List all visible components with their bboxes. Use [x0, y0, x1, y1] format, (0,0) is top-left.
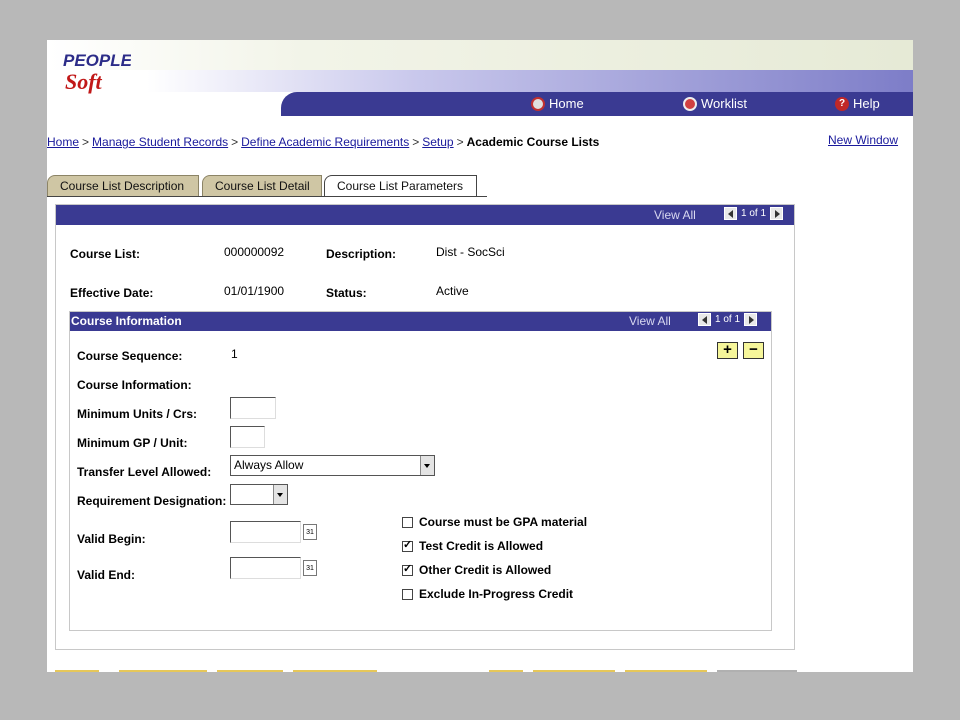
breadcrumb-current: Academic Course Lists	[466, 135, 600, 149]
course-sequence-label: Course Sequence:	[77, 349, 183, 363]
logo-text-top: PEOPLE	[63, 51, 131, 70]
bottom-button[interactable]	[625, 670, 707, 672]
course-list-value: 000000092	[224, 245, 285, 259]
other-credit-label: Other Credit is Allowed	[419, 563, 552, 577]
transfer-level-value: Always Allow	[234, 458, 304, 472]
description-label: Description:	[326, 247, 397, 261]
exclude-in-progress-checkbox[interactable]	[402, 588, 413, 600]
gpa-material-label: Course must be GPA material	[419, 515, 588, 529]
delete-row-button[interactable]: −	[743, 342, 764, 359]
bottom-button[interactable]	[55, 670, 99, 672]
bottom-button[interactable]	[293, 670, 377, 672]
status-value: Active	[436, 284, 469, 298]
gpa-material-option[interactable]: Course must be GPA material	[402, 515, 587, 529]
calendar-icon[interactable]: 31	[303, 524, 317, 540]
other-credit-option[interactable]: Other Credit is Allowed	[402, 562, 552, 577]
nav-worklist-label: Worklist	[701, 96, 747, 111]
valid-begin-input[interactable]	[230, 521, 301, 543]
transfer-level-label: Transfer Level Allowed:	[77, 465, 212, 479]
breadcrumb-separator: >	[231, 135, 239, 149]
main-pager: 1 of 1	[724, 207, 784, 220]
tab-course-list-detail[interactable]: Course List Detail	[202, 175, 322, 196]
main-pager-text: 1 of 1	[741, 208, 767, 219]
gpa-material-checkbox[interactable]	[402, 516, 413, 528]
course-list-panel: View All 1 of 1 Course List: 000000092 D…	[55, 204, 795, 650]
breadcrumb-separator: >	[412, 135, 420, 149]
nav-home-label: Home	[549, 96, 584, 111]
nav-help-label: Help	[853, 96, 880, 111]
main-header-bar: View All 1 of 1	[56, 205, 794, 225]
test-credit-option[interactable]: Test Credit is Allowed	[402, 538, 544, 553]
next-arrow-icon[interactable]	[770, 207, 784, 220]
course-list-label: Course List:	[70, 247, 141, 261]
calendar-icon[interactable]: 31	[303, 560, 317, 576]
exclude-in-progress-option[interactable]: Exclude In-Progress Credit	[402, 587, 573, 601]
new-window-link[interactable]: New Window	[828, 133, 898, 147]
bottom-button[interactable]	[489, 670, 523, 672]
exclude-in-progress-label: Exclude In-Progress Credit	[419, 587, 574, 601]
effective-date-label: Effective Date:	[70, 286, 154, 300]
home-icon	[531, 96, 545, 111]
tab-course-list-description[interactable]: Course List Description	[47, 175, 199, 196]
requirement-designation-label: Requirement Designation:	[77, 494, 227, 508]
transfer-level-select[interactable]: Always Allow	[230, 455, 435, 476]
nav-help[interactable]: ? Help	[835, 96, 880, 111]
chevron-down-icon[interactable]	[273, 485, 287, 504]
effective-date-value: 01/01/1900	[224, 284, 285, 298]
valid-begin-label: Valid Begin:	[77, 532, 146, 546]
min-gp-label: Minimum GP / Unit:	[77, 436, 188, 450]
description-value: Dist - SocSci	[436, 245, 505, 259]
add-row-button[interactable]: +	[717, 342, 738, 359]
tab-divider	[47, 196, 487, 197]
header-gradient	[147, 70, 913, 92]
top-nav-bar: Home Worklist ? Help	[281, 92, 913, 116]
course-information-label: Course Information:	[77, 378, 192, 392]
min-gp-input[interactable]	[230, 426, 265, 448]
bottom-button[interactable]	[533, 670, 615, 672]
bottom-button[interactable]	[717, 670, 797, 672]
bottom-button[interactable]	[119, 670, 207, 672]
bottom-button[interactable]	[217, 670, 283, 672]
help-icon: ?	[835, 96, 849, 111]
breadcrumb-manage-student-records[interactable]: Manage Student Records	[92, 135, 228, 149]
test-credit-label: Test Credit is Allowed	[419, 539, 544, 553]
logo-text-bottom: Soft	[65, 69, 103, 94]
tab-course-list-parameters[interactable]: Course List Parameters	[324, 175, 477, 196]
breadcrumb-separator: >	[456, 135, 464, 149]
nav-worklist[interactable]: Worklist	[683, 96, 747, 111]
breadcrumb-home[interactable]: Home	[47, 135, 79, 149]
breadcrumb-separator: >	[82, 135, 90, 149]
nav-home[interactable]: Home	[531, 96, 584, 111]
app-frame: PEOPLE Soft Home Worklist ? Help Home > Ma…	[47, 40, 913, 672]
other-credit-checkbox[interactable]	[402, 562, 413, 576]
status-label: Status:	[326, 286, 367, 300]
worklist-icon	[683, 96, 697, 111]
breadcrumb-define-academic-requirements[interactable]: Define Academic Requirements	[241, 135, 409, 149]
peoplesoft-logo: PEOPLE Soft	[63, 51, 131, 94]
course-sequence-value: 1	[231, 347, 238, 361]
course-info-panel: + − Course Sequence: 1 Course Informatio…	[69, 311, 772, 631]
previous-arrow-icon[interactable]	[724, 207, 737, 220]
test-credit-checkbox[interactable]	[402, 538, 413, 552]
valid-end-label: Valid End:	[77, 568, 136, 582]
breadcrumb: Home > Manage Student Records > Define Acade…	[47, 135, 599, 149]
breadcrumb-setup[interactable]: Setup	[422, 135, 453, 149]
main-view-all[interactable]: View All	[654, 208, 696, 222]
header-band	[47, 40, 913, 70]
min-units-label: Minimum Units / Crs:	[77, 407, 198, 421]
valid-end-input[interactable]	[230, 557, 301, 579]
chevron-down-icon[interactable]	[420, 456, 434, 475]
requirement-designation-select[interactable]	[230, 484, 288, 505]
min-units-input[interactable]	[230, 397, 276, 419]
